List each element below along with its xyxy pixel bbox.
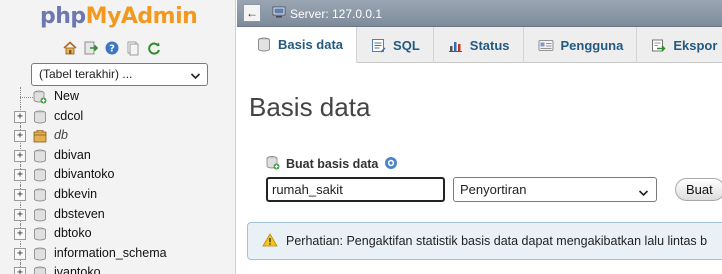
tree-item-information-schema[interactable]: + information_schema <box>0 243 235 264</box>
tree-item-label[interactable]: dbtoko <box>54 226 92 240</box>
nav-icon-bar: ? <box>62 40 162 56</box>
tree-item-label[interactable]: New <box>54 89 79 103</box>
sql-icon <box>371 38 386 53</box>
tree-item-dbkevin[interactable]: + dbkevin <box>0 184 235 205</box>
database-open-icon <box>33 129 47 143</box>
tab-status[interactable]: Status <box>434 27 524 63</box>
new-database-icon <box>33 90 47 104</box>
export-icon <box>651 38 666 53</box>
tree-item-label[interactable]: cdcol <box>54 109 83 123</box>
database-icon <box>33 227 47 241</box>
expand-icon[interactable]: + <box>14 110 26 123</box>
database-icon <box>33 266 47 274</box>
logout-icon[interactable] <box>83 40 99 56</box>
tab-pengguna[interactable]: Pengguna <box>524 27 638 63</box>
tree-connector <box>20 96 33 98</box>
create-database-text: Buat basis data <box>286 157 379 171</box>
tree-item-label[interactable]: dbkevin <box>54 187 97 201</box>
home-icon[interactable] <box>62 40 78 56</box>
docs-icon[interactable] <box>125 40 141 56</box>
expand-icon[interactable]: + <box>14 169 26 182</box>
server-breadcrumb[interactable]: Server: 127.0.0.1 <box>272 6 382 21</box>
database-icon <box>33 168 47 182</box>
database-icon <box>33 149 47 163</box>
database-icon <box>33 110 47 124</box>
recent-tables-select[interactable]: (Tabel terakhir) ... <box>31 63 208 86</box>
tab-label: Basis data <box>278 37 344 52</box>
create-database-label: Buat basis data <box>266 155 398 173</box>
tab-ekspor[interactable]: Ekspor <box>637 27 722 63</box>
tab-label: Status <box>469 37 510 53</box>
main-content: ← Server: 127.0.0.1 Basis data SQL Status P… <box>237 0 722 274</box>
tree-item-dbtoko[interactable]: + dbtoko <box>0 224 235 244</box>
chevron-down-icon <box>638 183 649 206</box>
tree-item-dbivantoko[interactable]: + dbivantoko <box>0 165 235 185</box>
tree-item-label[interactable]: dbivantoko <box>54 167 114 181</box>
database-icon <box>33 208 47 222</box>
expand-icon[interactable]: + <box>14 267 26 274</box>
tree-item-label[interactable]: dbsteven <box>54 207 105 221</box>
page-title: Basis data <box>249 92 371 122</box>
chevron-down-icon <box>190 68 201 89</box>
warning-icon <box>262 232 278 250</box>
database-icon <box>33 188 47 202</box>
expand-icon[interactable]: + <box>14 208 26 221</box>
expand-icon[interactable]: + <box>14 247 26 260</box>
database-name-input[interactable] <box>266 177 445 202</box>
server-breadcrumb-bar: ← Server: 127.0.0.1 <box>237 0 722 27</box>
tree-item-label[interactable]: dbivan <box>54 148 91 162</box>
tree-item-label[interactable]: information_schema <box>54 246 167 260</box>
expand-icon[interactable]: + <box>14 149 26 162</box>
tree-item-db[interactable]: + db <box>0 126 235 146</box>
create-database-button[interactable]: Buat <box>675 178 722 201</box>
expand-icon[interactable]: + <box>14 228 26 241</box>
tree-item-cdcol[interactable]: + cdcol <box>0 106 235 127</box>
reload-icon[interactable] <box>146 40 162 56</box>
tab-label: Pengguna <box>560 37 624 53</box>
top-tab-bar: Basis data SQL Status Pengguna Ekspor <box>243 27 722 63</box>
help-icon[interactable]: ? <box>104 40 120 56</box>
status-chart-icon <box>448 38 463 53</box>
expand-icon[interactable]: + <box>14 188 26 201</box>
svg-text:?: ? <box>109 44 115 55</box>
tree-item-label[interactable]: ivantoko <box>54 265 101 274</box>
statistics-notice: Perhatian: Pengaktifan statistik basis d… <box>247 222 722 260</box>
database-add-icon <box>266 155 280 173</box>
tree-item-ivantoko[interactable]: + ivantoko <box>0 263 235 274</box>
database-tree: New + cdcol + db + dbivan + dbivantoko + dbkevin + d… <box>0 87 235 274</box>
users-icon <box>538 39 554 52</box>
collation-select[interactable]: Penyortiran <box>453 177 657 202</box>
navigation-panel: phpMyAdmin ? (Tabel terakhir) ... New + cd… <box>0 0 236 274</box>
database-icon <box>257 37 271 52</box>
database-icon <box>33 247 47 261</box>
tree-item-dbsteven[interactable]: + dbsteven <box>0 204 235 225</box>
tab-label: Ekspor <box>673 37 718 53</box>
notice-text: Perhatian: Pengaktifan statistik basis d… <box>286 234 708 248</box>
tab-sql[interactable]: SQL <box>357 27 434 63</box>
tree-item-dbivan[interactable]: + dbivan <box>0 145 235 166</box>
tab-label: SQL <box>393 37 420 53</box>
tab-basis-data[interactable]: Basis data <box>243 27 358 63</box>
server-label: Server: 127.0.0.1 <box>290 6 383 21</box>
help-icon[interactable] <box>384 156 398 173</box>
tree-item-new[interactable]: New <box>0 87 235 107</box>
phpmyadmin-logo[interactable]: phpMyAdmin <box>40 4 198 34</box>
server-icon <box>272 6 286 21</box>
expand-icon[interactable]: + <box>14 130 26 143</box>
collapse-navigation-button[interactable]: ← <box>243 4 261 22</box>
tree-item-label[interactable]: db <box>54 128 68 142</box>
